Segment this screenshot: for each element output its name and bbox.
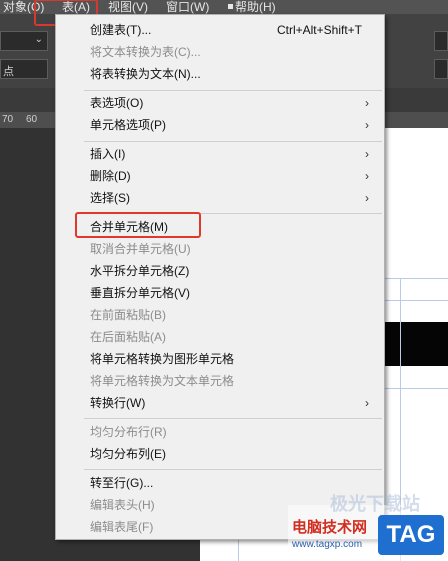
- menu-item-label: 选择(S): [90, 191, 130, 205]
- table-menu: 创建表(T)... Ctrl+Alt+Shift+T 将文本转换为表(C)...…: [55, 14, 385, 540]
- chevron-right-icon: ›: [365, 118, 369, 132]
- chevron-right-icon: ›: [365, 96, 369, 110]
- watermark-tag-logo: TAG: [378, 515, 444, 555]
- menu-item-text-to-table: 将文本转换为表(C)...: [90, 45, 201, 59]
- chevron-right-icon: ›: [365, 147, 369, 161]
- menu-item-table-to-text[interactable]: 将表转换为文本(N)...: [90, 65, 380, 83]
- menu-separator: [84, 469, 382, 470]
- menu-item-cell-options[interactable]: 单元格选项(P) ›: [90, 116, 380, 134]
- merge-cells-highlight: [75, 212, 201, 238]
- menu-item-label: 转换行(W): [90, 396, 146, 410]
- menu-item-convert-text-cell: 将单元格转换为文本单元格: [90, 374, 235, 388]
- menu-item-split-horizontal[interactable]: 水平拆分单元格(Z): [90, 262, 380, 280]
- menu-item-paste-before: 在前面粘贴(B): [90, 308, 166, 322]
- unit-field[interactable]: 点: [0, 59, 48, 79]
- menu-view[interactable]: 视图(V): [108, 0, 148, 15]
- watermark-faint-text: 极光下载站: [330, 494, 420, 514]
- menu-item-table-options[interactable]: 表选项(O) ›: [90, 94, 380, 112]
- watermark-url: www.tagxp.com: [292, 539, 363, 550]
- menu-item-unmerge-cells: 取消合并单元格(U): [90, 242, 191, 256]
- menu-item-select[interactable]: 选择(S) ›: [90, 189, 380, 207]
- menu-item-convert-rows[interactable]: 转换行(W) ›: [90, 394, 380, 412]
- menu-help-label: 帮助(H): [235, 0, 276, 14]
- menu-item-paste-after: 在后面粘贴(A): [90, 330, 166, 344]
- menu-item-create-table[interactable]: 创建表(T)... Ctrl+Alt+Shift+T: [90, 21, 380, 39]
- chevron-right-icon: ›: [365, 191, 369, 205]
- menu-separator: [84, 90, 382, 91]
- menu-item-label: 单元格选项(P): [90, 118, 166, 132]
- menu-item-shortcut: Ctrl+Alt+Shift+T: [276, 23, 362, 37]
- ruler-tick: 70: [2, 114, 14, 125]
- chevron-right-icon: ›: [365, 169, 369, 183]
- menu-item-label: 插入(I): [90, 147, 126, 161]
- menu-item-label: 删除(D): [90, 169, 131, 183]
- menu-separator: [84, 141, 382, 142]
- menu-item-insert[interactable]: 插入(I) ›: [90, 145, 380, 163]
- menu-item-distribute-rows: 均匀分布行(R): [90, 425, 167, 439]
- menu-item-split-vertical[interactable]: 垂直拆分单元格(V): [90, 284, 380, 302]
- menu-item-label: 创建表(T)...: [90, 23, 152, 37]
- square-icon: [228, 4, 233, 9]
- unit-label: 点: [3, 66, 14, 78]
- menu-window[interactable]: 窗口(W): [166, 0, 209, 15]
- menu-item-delete[interactable]: 删除(D) ›: [90, 167, 380, 185]
- menu-item-label: 表选项(O): [90, 96, 144, 110]
- menu-item-convert-graphic-cell[interactable]: 将单元格转换为图形单元格: [90, 350, 380, 368]
- chevron-down-icon: ⌄: [34, 34, 43, 45]
- ruler-tick: 60: [26, 114, 38, 125]
- right-control[interactable]: [434, 31, 448, 51]
- watermark-site-name: 电脑技术网: [292, 519, 368, 536]
- menu-help[interactable]: 帮助(H): [228, 0, 276, 15]
- menu-item-distribute-columns[interactable]: 均匀分布列(E): [90, 445, 380, 463]
- dropdown-field[interactable]: ⌄: [0, 31, 48, 51]
- chevron-right-icon: ›: [365, 396, 369, 410]
- menu-separator: [84, 418, 382, 419]
- right-control-2[interactable]: [434, 59, 448, 79]
